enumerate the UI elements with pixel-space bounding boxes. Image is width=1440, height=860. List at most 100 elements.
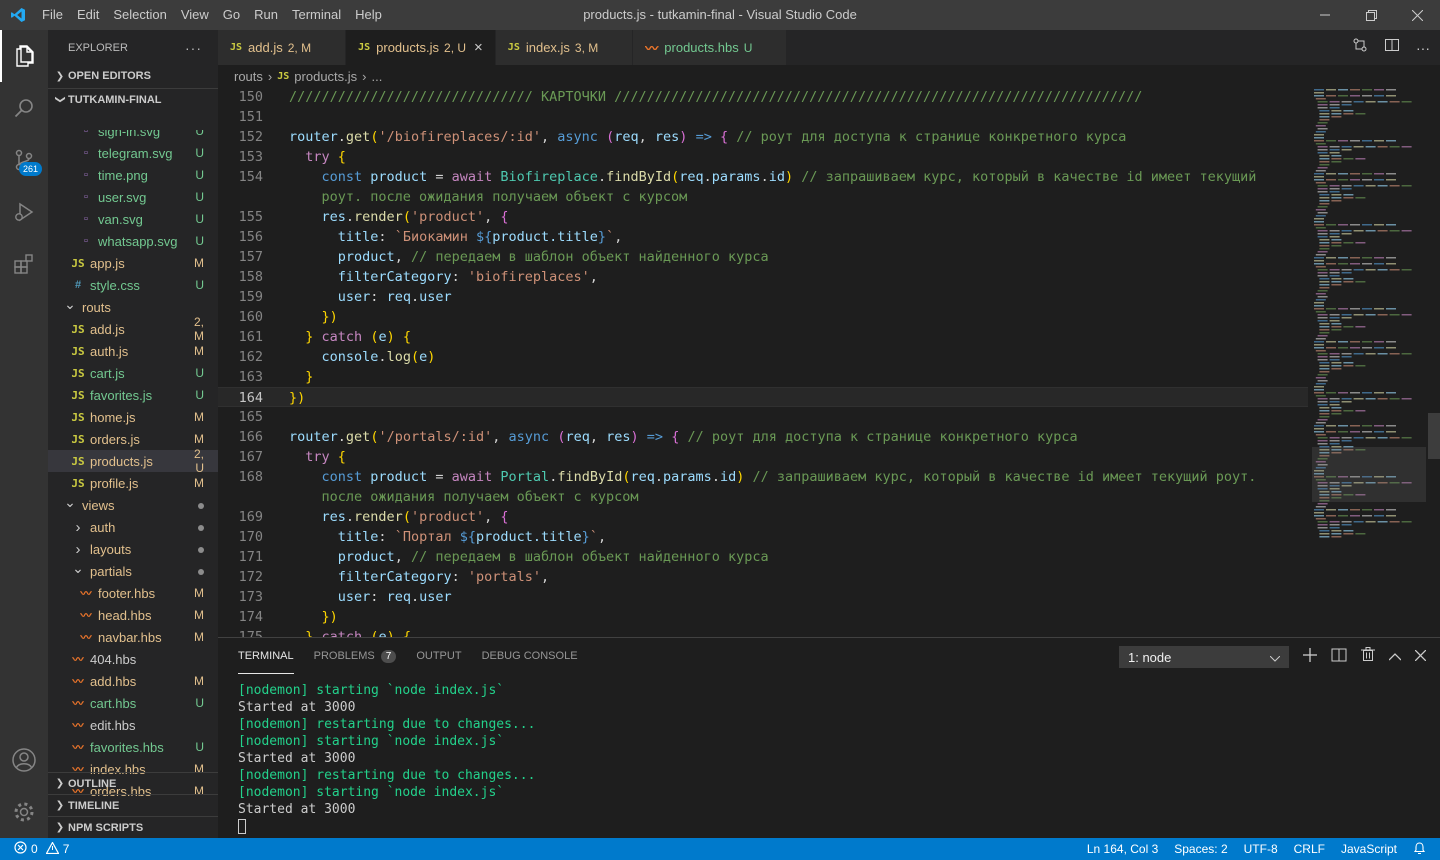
code-line[interactable]: 168 const product = await Portal.findByI… — [218, 467, 1308, 487]
menu-edit[interactable]: Edit — [70, 0, 106, 30]
open-editors-section[interactable]: ❯ OPEN EDITORS — [48, 65, 218, 87]
code-line[interactable]: 156 title: `Биокамин ${product.title}`, — [218, 227, 1308, 247]
indentation[interactable]: Spaces: 2 — [1174, 842, 1227, 856]
split-editor-icon[interactable] — [1384, 37, 1400, 58]
settings-gear-icon[interactable] — [0, 786, 48, 838]
tab-index-js[interactable]: JS index.js 3, M — [495, 30, 634, 65]
code-line[interactable]: 151 — [218, 107, 1308, 127]
terminal-output[interactable]: [nodemon] starting `node index.js` Starte… — [218, 674, 1440, 843]
tree-item[interactable]: JS home.js M — [48, 406, 218, 428]
menu-file[interactable]: File — [35, 0, 70, 30]
split-terminal-icon[interactable] — [1331, 648, 1347, 667]
tree-item[interactable]: JS auth.js M — [48, 340, 218, 362]
new-terminal-icon[interactable] — [1303, 647, 1317, 667]
tree-item[interactable]: ▫ van.svg U — [48, 208, 218, 230]
menu-view[interactable]: View — [174, 0, 216, 30]
tree-item[interactable]: ▫ sign-in.svg U — [48, 130, 218, 142]
minimize-button[interactable] — [1302, 0, 1348, 30]
close-panel-icon[interactable] — [1414, 648, 1427, 666]
cursor-position[interactable]: Ln 164, Col 3 — [1087, 842, 1158, 856]
code-line[interactable]: 165 — [218, 407, 1308, 427]
accounts-icon[interactable] — [0, 734, 48, 786]
tree-item[interactable]: JS products.js 2, U — [48, 447, 218, 475]
project-section[interactable]: ❯ TUTKAMIN-FINAL — [48, 88, 218, 110]
open-changes-icon[interactable] — [1352, 37, 1368, 58]
code-line[interactable]: 164}) — [218, 387, 1308, 407]
code-line[interactable]: 175 } catch (e) { — [218, 627, 1308, 637]
tree-item[interactable]: ▫ whatsapp.svg U — [48, 230, 218, 252]
code-line[interactable]: 174 }) — [218, 607, 1308, 627]
code-line[interactable]: 153 try { — [218, 147, 1308, 167]
breadcrumb-symbol[interactable]: ... — [372, 69, 383, 84]
code-line[interactable]: 154 const product = await Biofireplace.f… — [218, 167, 1308, 187]
menu-run[interactable]: Run — [247, 0, 285, 30]
code-line[interactable]: 161 } catch (e) { — [218, 327, 1308, 347]
menu-go[interactable]: Go — [216, 0, 247, 30]
close-window-button[interactable] — [1394, 0, 1440, 30]
code-line[interactable]: 159 user: req.user — [218, 287, 1308, 307]
code-line[interactable]: 158 filterCategory: 'biofireplaces', — [218, 267, 1308, 287]
editor-scrollbar[interactable] — [1426, 87, 1440, 637]
tree-item[interactable]: ⌄ partials — [48, 560, 218, 582]
menu-selection[interactable]: Selection — [106, 0, 173, 30]
tree-item[interactable]: ▫ time.png U — [48, 164, 218, 186]
restore-button[interactable] — [1348, 0, 1394, 30]
code-line[interactable]: 171 product, // передаем в шаблон объект… — [218, 547, 1308, 567]
tab-products-js[interactable]: JS products.js 2, U × — [346, 30, 496, 65]
tree-item[interactable]: 〰 cart.hbs U — [48, 692, 218, 714]
menu-help[interactable]: Help — [348, 0, 389, 30]
timeline-section[interactable]: ❯ TIMELINE — [48, 794, 218, 816]
end-of-line[interactable]: CRLF — [1294, 842, 1325, 856]
notifications-bell-icon[interactable] — [1413, 841, 1426, 858]
panel-tab-debug-console[interactable]: DEBUG CONSOLE — [482, 638, 578, 674]
code-line[interactable]: 150 ////////////////////////////// КАРТОЧ… — [218, 87, 1308, 107]
explorer-more-icon[interactable]: ··· — [185, 40, 202, 56]
tree-item[interactable]: 〰 favorites.hbs U — [48, 736, 218, 758]
code-line[interactable]: 155 res.render('product', { — [218, 207, 1308, 227]
tree-item[interactable]: 〰 add.hbs M — [48, 670, 218, 692]
tree-item[interactable]: 〰 navbar.hbs M — [48, 626, 218, 648]
close-tab-icon[interactable]: × — [474, 39, 483, 56]
tree-item[interactable]: JS app.js M — [48, 252, 218, 274]
code-line[interactable]: 172 filterCategory: 'portals', — [218, 567, 1308, 587]
panel-tab-output[interactable]: OUTPUT — [416, 638, 461, 674]
editor-scrollbar-thumb[interactable] — [1428, 413, 1440, 459]
more-actions-icon[interactable]: ··· — [1416, 40, 1430, 56]
tree-item[interactable]: ▫ user.svg U — [48, 186, 218, 208]
tree-item[interactable]: JS favorites.js U — [48, 384, 218, 406]
tree-item[interactable]: 〰 edit.hbs — [48, 714, 218, 736]
encoding[interactable]: UTF-8 — [1244, 842, 1278, 856]
tree-item[interactable]: 〰 head.hbs M — [48, 604, 218, 626]
menu-terminal[interactable]: Terminal — [285, 0, 348, 30]
code-line[interactable]: 173 user: req.user — [218, 587, 1308, 607]
code-line[interactable]: 169 res.render('product', { — [218, 507, 1308, 527]
breadcrumb-folder[interactable]: routs — [234, 69, 263, 84]
tree-item[interactable]: 〰 footer.hbs M — [48, 582, 218, 604]
code-line[interactable]: 170 title: `Портал ${product.title}`, — [218, 527, 1308, 547]
tab-products-hbs[interactable]: 〰 products.hbs U — [633, 30, 788, 65]
npm-scripts-section[interactable]: ❯ NPM SCRIPTS — [48, 816, 218, 838]
tree-item[interactable]: # style.css U — [48, 274, 218, 296]
code-line[interactable]: роут. после ожидания получаем объект с к… — [218, 187, 1308, 207]
tree-item[interactable]: › layouts — [48, 538, 218, 560]
code-line[interactable]: 157 product, // передаем в шаблон объект… — [218, 247, 1308, 267]
outline-section[interactable]: ❯ OUTLINE — [48, 772, 218, 794]
breadcrumb-file[interactable]: products.js — [294, 69, 357, 84]
panel-tab-problems[interactable]: PROBLEMS 7 — [314, 638, 397, 674]
language-mode[interactable]: JavaScript — [1341, 842, 1397, 856]
tree-item[interactable]: ▫ telegram.svg U — [48, 142, 218, 164]
tree-item[interactable]: ⌄ views — [48, 494, 218, 516]
code-line[interactable]: 167 try { — [218, 447, 1308, 467]
source-control-icon[interactable]: 261 — [0, 134, 48, 186]
tree-item[interactable]: JS add.js 2, M — [48, 315, 218, 343]
code-line[interactable]: 163 } — [218, 367, 1308, 387]
tree-item[interactable]: JS profile.js M — [48, 472, 218, 494]
problems-status[interactable]: 0 7 — [0, 840, 69, 857]
code-line[interactable]: 152 router.get('/biofireplaces/:id', asyn… — [218, 127, 1308, 147]
code-line[interactable]: 166 router.get('/portals/:id', async (req… — [218, 427, 1308, 447]
trash-icon[interactable] — [1361, 647, 1375, 667]
tab-add-js[interactable]: JS add.js 2, M — [218, 30, 347, 65]
extensions-icon[interactable] — [0, 238, 48, 290]
tree-item[interactable]: JS cart.js U — [48, 362, 218, 384]
tree-item[interactable]: › auth — [48, 516, 218, 538]
